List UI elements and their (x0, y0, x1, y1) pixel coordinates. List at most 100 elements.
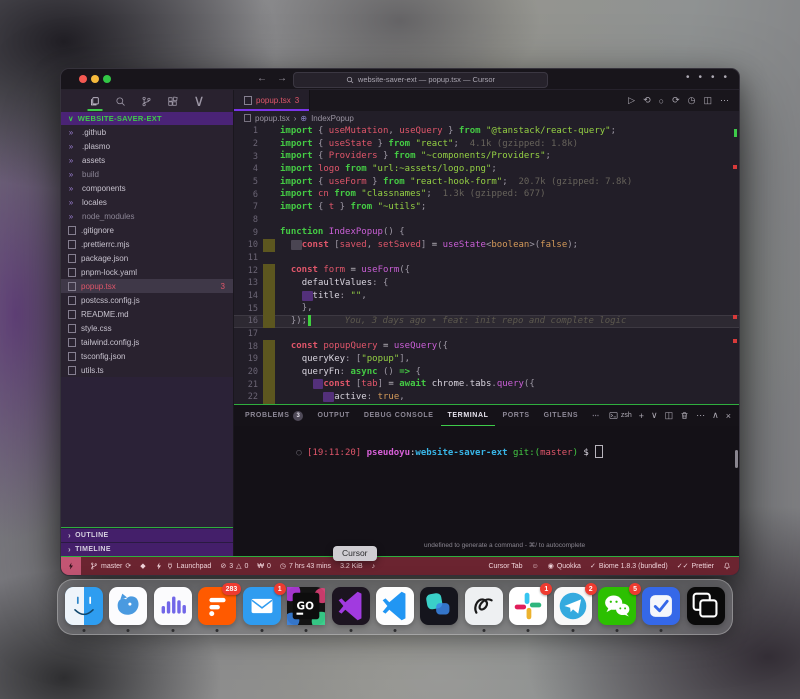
status-pending-count[interactable]: ₩0 (257, 563, 271, 570)
settings-gear-icon[interactable]: • (723, 72, 727, 83)
panel-tab-terminal[interactable]: TERMINAL (441, 405, 496, 426)
shell-selector[interactable]: zsh (609, 411, 632, 420)
tree-file-tsconfig.json[interactable]: tsconfig.json (61, 349, 233, 363)
code-line-19[interactable]: 19 queryKey: ["popup"], (234, 353, 739, 366)
activity-chevron-down-icon[interactable]: ∨ (193, 90, 205, 112)
code-line-20[interactable]: 20 queryFn: async () => { (234, 366, 739, 379)
timeline-section-header[interactable]: › TIMELINE (61, 542, 233, 556)
dock-app-fox[interactable] (109, 587, 147, 625)
activity-explorer-icon[interactable] (89, 90, 100, 112)
close-icon[interactable]: × (726, 411, 731, 421)
code-line-5[interactable]: 5import { useForm } from "react-hook-for… (234, 176, 739, 189)
code-line-4[interactable]: 4import logo from "url:~assets/logo.png"… (234, 163, 739, 176)
code-line-12[interactable]: 12 const form = useForm({ (234, 264, 739, 277)
dock[interactable]: 2831GO125 (57, 579, 733, 635)
dock-app-mail[interactable]: 1 (243, 587, 281, 625)
status-git-branch[interactable]: master⟳ (90, 562, 131, 570)
status-prettier[interactable]: ✓✓Prettier (677, 562, 714, 570)
undo-circle-icon[interactable]: ⟲ (643, 95, 651, 106)
tree-file-postcss.config.js[interactable]: postcss.config.js (61, 293, 233, 307)
breadcrumb-symbol[interactable]: IndexPopup (311, 114, 354, 123)
redo-circle-icon[interactable]: ⟳ (672, 95, 680, 106)
status-notifications-bell[interactable] (723, 562, 731, 570)
status-problems-summary[interactable]: ⊘3△0 (220, 562, 248, 570)
nav-back-icon[interactable]: ← (257, 72, 267, 86)
chevron-down-icon[interactable]: ∨ (651, 410, 658, 421)
activity-source-control-icon[interactable] (141, 90, 152, 112)
nav-forward-icon[interactable]: → (277, 72, 287, 86)
trash-icon[interactable] (680, 411, 689, 420)
tree-folder-.github[interactable]: ».github (61, 125, 233, 139)
code-line-21[interactable]: 21 const [tab] = await chrome.tabs.query… (234, 378, 739, 391)
activity-extensions-icon[interactable] (167, 90, 178, 112)
panel-tab-ports[interactable]: PORTS (495, 405, 536, 426)
panel-tab-gitlens[interactable]: GITLENS (537, 405, 586, 426)
code-line-15[interactable]: 15 }, (234, 302, 739, 315)
code-line-11[interactable]: 11 (234, 252, 739, 265)
tree-file-.prettierrc.mjs[interactable]: .prettierrc.mjs (61, 237, 233, 251)
status-quokka[interactable]: ◉Quokka (548, 562, 581, 570)
tree-file-style.css[interactable]: style.css (61, 321, 233, 335)
tree-file-popup.tsx[interactable]: popup.tsx3 (61, 279, 233, 293)
tree-file-utils.ts[interactable]: utils.ts (61, 363, 233, 377)
status-smiley[interactable]: ☺ (532, 563, 539, 570)
breadcrumb-file[interactable]: popup.tsx (255, 114, 290, 123)
status-music-note[interactable]: ♪ (372, 563, 376, 570)
code-line-9[interactable]: 9function IndexPopup() { (234, 226, 739, 239)
more-icon[interactable]: ⋯ (696, 410, 705, 421)
panel-tab-problems[interactable]: PROBLEMS3 (238, 405, 310, 426)
panel-tab-⋯[interactable]: ⋯ (585, 405, 607, 426)
tree-file-package.json[interactable]: package.json (61, 251, 233, 265)
code-line-10[interactable]: 10 const [saved, setSaved] = useState<bo… (234, 239, 739, 252)
code-line-16[interactable]: 16 }); You, 3 days ago • feat: init repo… (234, 315, 739, 328)
more-icon[interactable]: ⋯ (720, 95, 729, 106)
status-launchpad[interactable]: Launchpad (155, 562, 212, 570)
code-editor[interactable]: 1import { useMutation, useQuery } from "… (234, 125, 739, 404)
record-circle-icon[interactable]: ○ (659, 96, 664, 106)
activity-search-icon[interactable] (115, 90, 126, 112)
layout-panel-icon[interactable]: • (698, 72, 702, 83)
status-biome[interactable]: ✓Biome 1.8.3 (bundled) (590, 562, 668, 570)
code-line-22[interactable]: 22 active: true, (234, 391, 739, 404)
titlebar[interactable]: ← → website-saver-ext — popup.tsx — Curs… (61, 69, 739, 90)
outline-section-header[interactable]: › OUTLINE (61, 528, 233, 542)
minimize-window-button[interactable] (91, 75, 99, 83)
tree-file-pnpm-lock.yaml[interactable]: pnpm-lock.yaml (61, 265, 233, 279)
dock-app-warp[interactable] (420, 587, 458, 625)
dock-app-screenshot[interactable] (687, 587, 725, 625)
status-wakatime[interactable]: ◷7 hrs 43 mins (280, 562, 331, 570)
code-line-14[interactable]: 14 title: "", (234, 290, 739, 303)
history-icon[interactable]: ◷ (688, 95, 696, 106)
tree-folder-build[interactable]: »build (61, 167, 233, 181)
code-line-3[interactable]: 3import { Providers } from "~components/… (234, 150, 739, 163)
tab-popup-tsx[interactable]: popup.tsx 3 (234, 90, 310, 111)
split-editor-icon[interactable]: ◫ (703, 95, 712, 106)
tree-folder-.plasmo[interactable]: ».plasmo (61, 139, 233, 153)
dock-app-vscode[interactable] (376, 587, 414, 625)
breadcrumb[interactable]: popup.tsx › ⊕ IndexPopup (234, 111, 739, 125)
tree-file-tailwind.config.js[interactable]: tailwind.config.js (61, 335, 233, 349)
code-line-17[interactable]: 17 (234, 328, 739, 341)
code-line-1[interactable]: 1import { useMutation, useQuery } from "… (234, 125, 739, 138)
close-window-button[interactable] (79, 75, 87, 83)
status-extension-indicator[interactable]: ◆ (140, 562, 145, 570)
tree-folder-locales[interactable]: »locales (61, 195, 233, 209)
dock-app-slack[interactable]: 1 (509, 587, 547, 625)
dock-app-audio[interactable] (154, 587, 192, 625)
layout-sidebar-left-icon[interactable]: • (686, 72, 690, 83)
code-line-2[interactable]: 2import { useState } from "react"; 4.1k … (234, 138, 739, 151)
dock-app-goland[interactable]: GO (287, 587, 325, 625)
dock-app-telegram[interactable]: 2 (554, 587, 592, 625)
tree-folder-assets[interactable]: »assets (61, 153, 233, 167)
panel-tab-output[interactable]: OUTPUT (310, 405, 356, 426)
terminal-scrollbar[interactable] (735, 450, 738, 468)
tree-file-README.md[interactable]: README.md (61, 307, 233, 321)
split-icon[interactable]: ◫ (665, 410, 674, 421)
dock-app-reader[interactable]: 283 (198, 587, 236, 625)
dock-app-cursor[interactable] (332, 587, 370, 625)
command-center-search[interactable]: website-saver-ext — popup.tsx — Cursor (293, 72, 548, 88)
layout-sidebar-right-icon[interactable]: • (711, 72, 715, 83)
dock-app-things[interactable] (642, 587, 680, 625)
dock-app-finder[interactable] (65, 587, 103, 625)
code-line-13[interactable]: 13 defaultValues: { (234, 277, 739, 290)
